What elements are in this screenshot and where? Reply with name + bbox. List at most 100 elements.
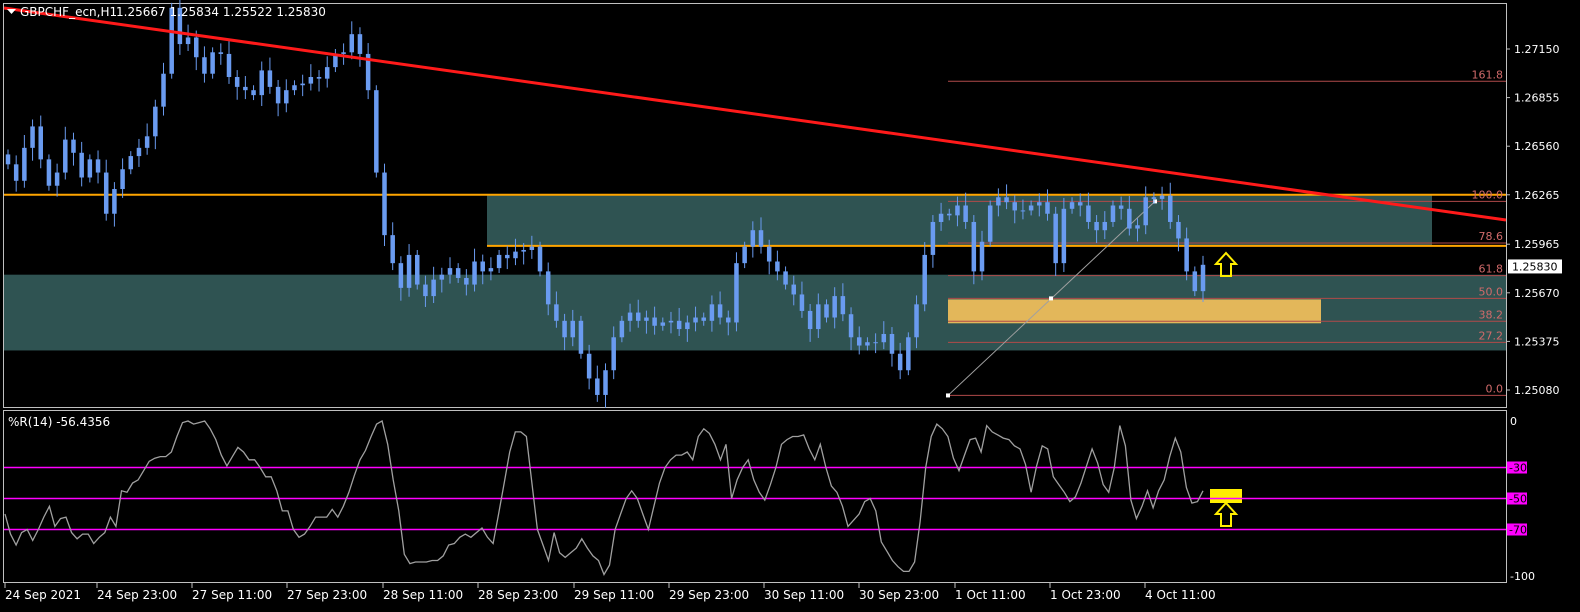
candle-body [955,205,960,216]
candle-body [938,213,944,222]
candle-body [136,147,142,157]
candle-body [799,294,805,311]
price-tick-label: 1.27150 [1514,43,1560,56]
trendline [3,6,1507,222]
candle-body [275,86,281,104]
candle-body [635,312,641,321]
candle-body [1020,210,1026,212]
candle-body [742,246,747,264]
candle-body [464,277,469,285]
candle-body [185,37,191,45]
candle-body [71,139,76,153]
candle-body [505,254,510,259]
candle-body [1176,221,1181,239]
candle-body [644,317,649,321]
candle-body [1184,238,1189,272]
wpr-tick-label: 0 [1510,415,1517,428]
price-tick-label: 1.25965 [1514,238,1560,251]
candle-body [398,263,404,288]
candle-body [349,34,355,53]
candle-body [987,205,993,242]
fib-level-label: 50.0 [1479,285,1504,298]
price-tick-label: 1.26560 [1514,140,1560,153]
candle-body [95,159,101,173]
time-tick-label: 24 Sep 2021 [5,588,81,602]
candle-body [996,197,1001,206]
candle-body [455,268,461,278]
candle-body [194,37,199,58]
candle-body [603,370,608,395]
candle-body [341,52,346,54]
candle-body [562,320,567,338]
time-tick-label: 4 Oct 11:00 [1145,588,1216,602]
fib-level-label: 100.0 [1472,188,1504,201]
time-tick-label: 24 Sep 23:00 [97,588,177,602]
candle-body [87,159,93,178]
price-tick-label: 1.26265 [1514,189,1560,202]
candle-body [120,169,125,190]
candle-body [1200,264,1206,292]
candle-body [13,164,19,181]
candle-body [930,221,936,255]
signal-marker [1210,489,1242,503]
candle-body [521,249,526,252]
candle-body [1037,202,1042,206]
candle-body [1102,221,1108,231]
candle-body [848,314,854,338]
wpr-layer [4,420,1506,576]
candle-body [856,337,862,346]
candle-body [406,254,412,288]
candle-body [1118,205,1124,209]
buy-arrow-icon [1213,501,1239,527]
candle-body [243,86,248,91]
candle-body [816,304,821,330]
candle-body [906,337,911,371]
candle-body [54,172,60,186]
time-tick-label: 29 Sep 11:00 [574,588,654,602]
time-tick-label: 27 Sep 11:00 [192,588,272,602]
candle-body [374,90,379,173]
candle-body [783,271,788,285]
candle-body [1094,221,1099,231]
candle-body [292,85,297,91]
candle-body [308,77,314,84]
zones-layer [4,193,1506,351]
candle-body [1151,197,1157,199]
candle-body [153,106,158,137]
candle-body [79,152,84,178]
symbol-label: GBPCHF_ecn,H1 [20,5,117,19]
menu-triangle-icon[interactable] [7,9,16,14]
candle-body [775,261,780,272]
candle-body [586,353,592,379]
candle-body [22,147,27,181]
candle-body [390,235,395,264]
candle-body [226,53,232,78]
candle-body [627,312,633,321]
candle-body [382,172,387,236]
candle-body [1061,208,1067,264]
candle-body [791,284,797,295]
candle-body [979,241,985,272]
time-tick-label: 30 Sep 23:00 [859,588,939,602]
candle-body [726,317,731,323]
candle-body [496,254,502,269]
fib-level-label: 0.0 [1486,382,1504,395]
candle-body [5,154,11,165]
candle-body [447,268,453,275]
candle-body [439,274,445,280]
candle-body [1028,205,1034,211]
candle-body [947,213,952,216]
candle-body [513,251,518,259]
candle-body [701,317,706,321]
time-tick-label: 27 Sep 23:00 [287,588,367,602]
time-tick-label: 30 Sep 11:00 [764,588,844,602]
candle-body [897,353,903,371]
candle-body [259,70,264,96]
candle-body [1159,195,1165,199]
candle-body [1127,208,1132,229]
candle-body [595,378,600,395]
candle-body [480,261,485,272]
candle-body [1004,197,1009,203]
candle-body [734,263,739,323]
candle-body [1086,205,1091,222]
